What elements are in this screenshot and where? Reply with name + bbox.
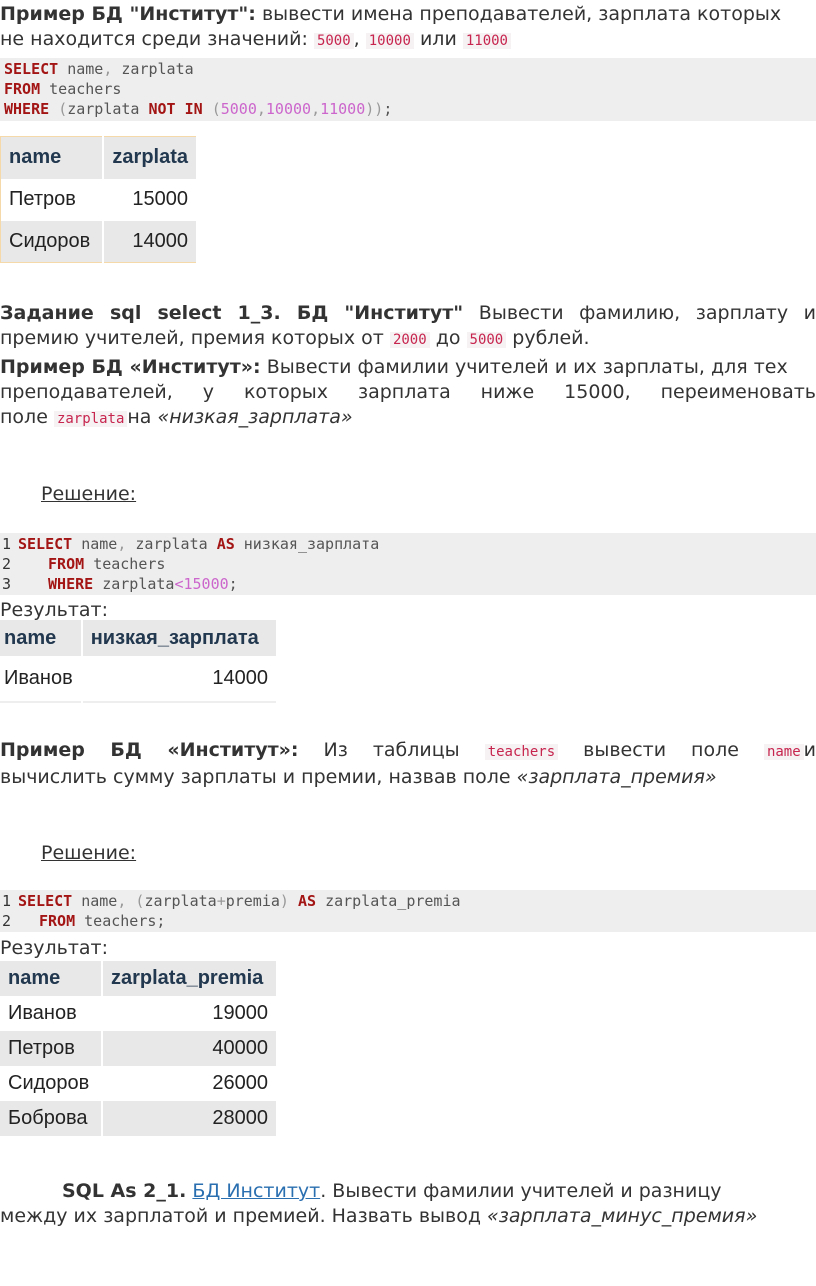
value-chip: 5000 [313,33,354,49]
example3-text: Пример БД «Институт»: Из таблицы teacher… [0,739,816,788]
task-2-1: SQL As 2_1. БД Институт. Вывести фамилии… [0,1180,758,1227]
table-row: Сидоров 26000 [0,1066,278,1101]
value-chip: 10000 [365,33,414,49]
example1-title: Пример БД "Институт": [0,3,256,25]
table-chip: teachers [484,744,559,760]
result-table-3: name zarplata_premia Иванов 19000 Петров… [0,961,278,1136]
table-header-row: name zarplata_premia [0,961,278,996]
result-label: Результат: [0,937,109,959]
column-header: zarplata_premia [102,961,278,996]
code-block-3: 1 SELECT name, (zarplata+premia) AS zarpl… [0,890,816,932]
table-row: Петров 40000 [0,1031,278,1066]
example2-text: Пример БД «Институт»: Вывести фамилии уч… [0,356,816,428]
example2-title: Пример БД «Институт»: [0,356,261,378]
column-header: name [0,136,105,179]
solution-label: Решение: [41,483,137,505]
task-1-3: Задание sql select 1_3. БД "Институт" Вы… [0,302,816,349]
solution-label: Решение: [41,842,137,864]
value-chip: 5000 [466,332,507,348]
field-chip: zarplata [53,411,128,427]
result-table-1: name zarplata Петров 15000 Сидоров 14000 [0,136,198,263]
column-header: name [0,961,103,996]
table-row: Иванов 14000 [0,656,279,702]
example1-text: Пример БД "Институт": вывести имена преп… [0,3,782,50]
value-chip: 2000 [389,332,430,348]
table-row: Петров 15000 [0,178,198,221]
column-header: name [0,620,83,656]
table-header-row: name низкая_зарплата [0,620,279,656]
table-header-row: name zarplata [0,136,198,179]
value-chip: 11000 [462,33,511,49]
result-table-2: name низкая_зарплата Иванов 14000 [0,620,279,703]
table-row: Боброва 28000 [0,1101,278,1136]
institute-db-link[interactable]: БД Институт [192,1180,320,1202]
table-row: Иванов 19000 [0,996,278,1031]
table-row: Сидоров 14000 [0,220,198,263]
example3-title: Пример БД «Институт»: [0,739,299,761]
code-block-2: 1 SELECT name, zarplata AS низкая_зарплат… [0,533,816,595]
code-block-1: SELECT name, zarplata FROM teachers WHER… [0,58,816,121]
task-title: Задание sql select 1_3. БД "Институт" [0,302,464,324]
task2-title: SQL As 2_1. [62,1180,187,1202]
field-chip: name [763,744,804,760]
column-header: zarplata [103,136,198,179]
column-header: низкая_зарплата [81,620,279,656]
